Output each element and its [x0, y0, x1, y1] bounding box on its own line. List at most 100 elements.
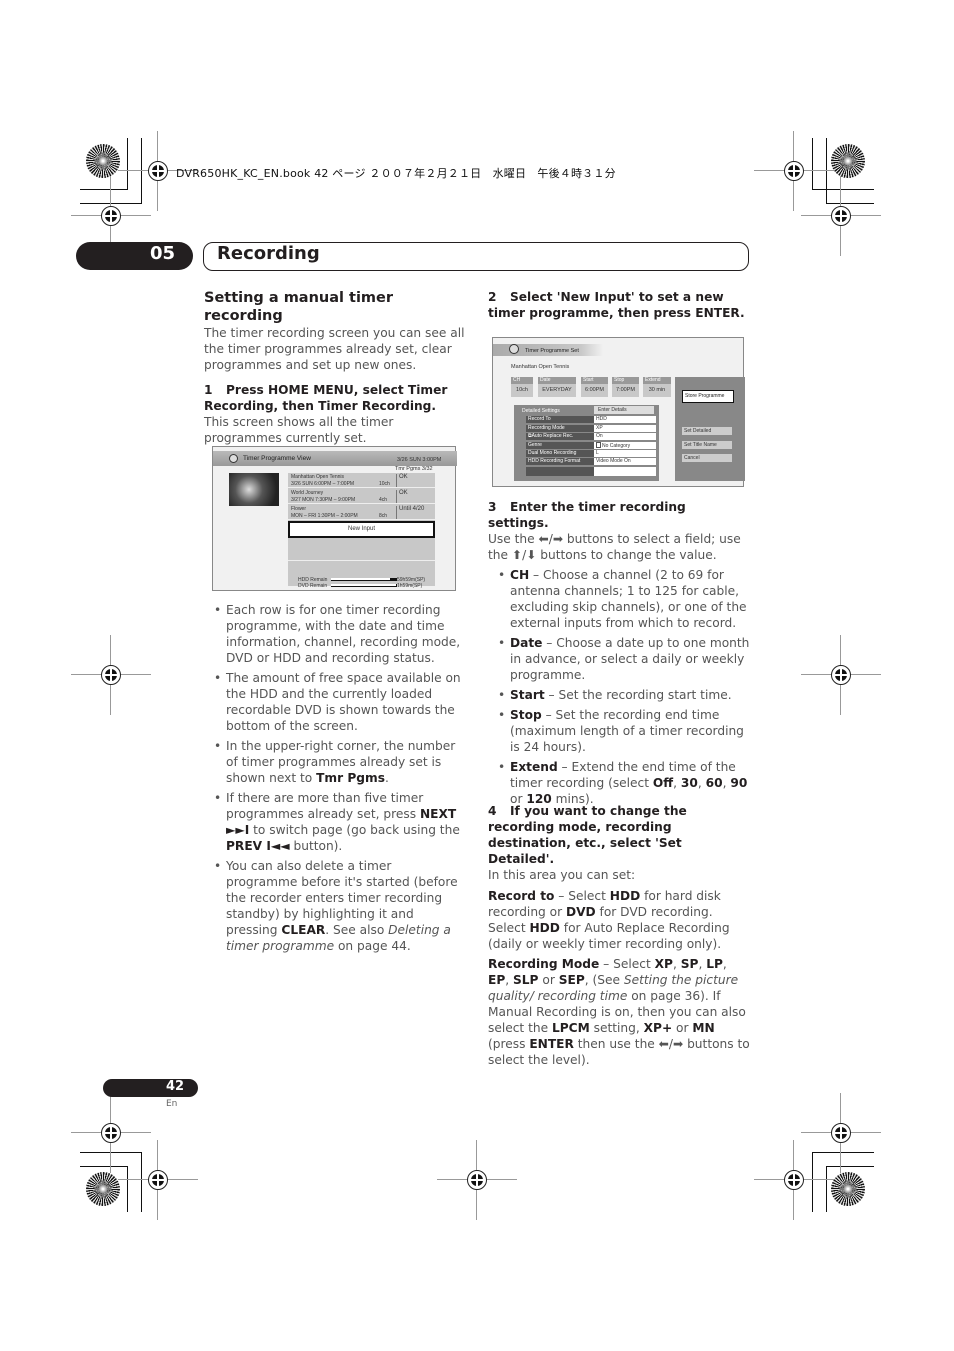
chapter-number: 05 [150, 243, 176, 264]
note-item: Each row is for one timer recording prog… [204, 602, 466, 666]
recording-mode-paragraph: Recording Mode – Select XP, SP, LP, EP, … [488, 957, 750, 1067]
registration-mark [118, 1140, 198, 1220]
step-number: 1 [204, 383, 213, 397]
field-ch-label: CH [511, 377, 533, 384]
field-item: Extend – Extend the end time of the time… [488, 759, 750, 807]
mode: SP [680, 957, 699, 971]
detail-empty-value [594, 467, 656, 476]
mode: EP [488, 973, 506, 987]
detail-auto-replace[interactable]: On [594, 433, 656, 440]
set-detailed-button[interactable]: Set Detailed [682, 427, 732, 435]
hdd-remain-bar [331, 578, 397, 581]
detail-record-to[interactable]: HDD [594, 416, 656, 423]
note-bold: Tmr Pgms [316, 771, 385, 785]
registration-mark [437, 1140, 517, 1220]
term: LPCM [551, 1021, 590, 1035]
programme-name: Manhattan Open Tennis [291, 474, 345, 480]
field-list: CH – Choose a channel (2 to 69 for anten… [488, 567, 750, 807]
term: HDD [609, 889, 641, 903]
timer-programme-row[interactable]: World Journey 3/27 MON 7:30PM – 9:00PM 4… [288, 489, 435, 504]
step-number: 2 [488, 290, 497, 304]
field-name: Start [510, 688, 545, 702]
chapter-title: Recording [217, 243, 320, 264]
note-item: The amount of free space available on th… [204, 670, 466, 734]
field-name: CH [510, 568, 530, 582]
step-title: If you want to change the recording mode… [488, 804, 687, 866]
timer-programme-row[interactable]: Flower MON – FRI 1:30PM – 2:00PM 8ch Unt… [288, 505, 435, 520]
detail-dual-mono[interactable]: L [594, 450, 656, 457]
note-item: If there are more than five timer progra… [204, 790, 466, 854]
store-programme-button[interactable]: Store Programme [682, 390, 734, 403]
printer-starburst-mark [86, 144, 120, 178]
prev-button-ref: PREV I◄◄ [226, 839, 290, 853]
clear-button-ref: CLEAR [281, 923, 326, 937]
text: or [672, 1021, 693, 1035]
text: – Select [599, 957, 655, 971]
term: Record to [488, 889, 555, 903]
note-text: . [384, 771, 389, 785]
step-number: 4 [488, 804, 497, 818]
field-item: Start – Set the recording start time. [488, 687, 750, 703]
cancel-button[interactable]: Cancel [682, 454, 732, 462]
step-4-heading: 4 If you want to change the recording mod… [488, 803, 750, 867]
screen-title: Timer Programme Set [525, 348, 579, 354]
mode: XP [654, 957, 673, 971]
detail-genre[interactable]: No Category [594, 442, 656, 449]
detail-hdd-format[interactable]: Video Mode On [594, 458, 656, 465]
timer-programmes-count: Tmr Pgms 3/32 [395, 466, 433, 472]
clock-icon [509, 344, 519, 354]
mode: LP [706, 957, 723, 971]
timer-programme-view-screen: Timer Programme View 3/26 SUN 3:00PM Tmr… [212, 446, 457, 591]
field-extend-value[interactable]: 30 min [643, 384, 671, 397]
term: Recording Mode [488, 957, 600, 971]
dvd-remain-bar [331, 584, 397, 587]
step-title: Enter the timer recording settings. [488, 500, 686, 530]
enter-details-header: Enter Details [594, 406, 654, 414]
registration-mark [754, 1140, 834, 1220]
step-1-body: This screen shows all the timer programm… [204, 415, 394, 445]
note-item: You can also delete a timer programme be… [204, 858, 466, 954]
step-number: 3 [488, 500, 497, 514]
programme-when: MON – FRI 1:30PM – 2:00PM [291, 513, 358, 519]
printer-starburst-mark [831, 144, 865, 178]
set-title-name-button[interactable]: Set Title Name [682, 441, 732, 449]
step-title: Select 'New Input' to set a new timer pr… [488, 290, 745, 320]
term: DVD [566, 905, 596, 919]
registration-mark [801, 176, 881, 256]
hdd-remain-fill [389, 578, 396, 581]
note-text: . See also [325, 923, 389, 937]
step-3-body: Use the ⬅/➡ buttons to select a field; u… [488, 532, 741, 562]
field-date-value[interactable]: EVERYDAY [538, 384, 576, 397]
field-start-value[interactable]: 6:00PM [581, 384, 608, 397]
field-extend-label: Extend [643, 377, 671, 384]
genre-value: No Category [602, 443, 631, 449]
left-column-top: Setting a manual timer recording The tim… [204, 289, 466, 446]
timer-programme-set-screen: Timer Programme Set Manhattan Open Tenni… [492, 337, 745, 487]
print-file-info: DVR650HK_KC_EN.book 42 ページ ２００７年２月２１日 水曜… [176, 167, 616, 180]
field-ch-value[interactable]: 10ch [511, 384, 533, 397]
notes-list: Each row is for one timer recording prog… [204, 602, 466, 954]
left-column-bullets: Each row is for one timer recording prog… [204, 602, 466, 958]
field-start-label: Start [581, 377, 608, 384]
dvd-remain-value: 1h59m(SP) [397, 583, 423, 589]
record-to-paragraph: Record to – Select HDD for hard disk rec… [488, 888, 750, 952]
detail-recording-mode[interactable]: XP [594, 425, 656, 432]
field-desc: – Choose a date up to one month in advan… [510, 636, 750, 682]
video-thumbnail [229, 473, 279, 506]
detailed-settings-label: Detailed Settings [522, 408, 560, 414]
clock-icon [229, 454, 238, 463]
genre-checkbox[interactable] [596, 442, 601, 448]
field-name: Extend [510, 760, 558, 774]
note-text: If there are more than five timer progra… [226, 791, 424, 821]
field-name: Stop [510, 708, 542, 722]
programme-when: 3/26 SUN 6:00PM – 7:00PM [291, 481, 355, 487]
timer-programme-row[interactable]: Manhattan Open Tennis 3/26 SUN 6:00PM – … [288, 473, 435, 488]
programme-name: Flower [291, 506, 307, 512]
field-stop-value[interactable]: 7:00PM [612, 384, 639, 397]
term: ENTER [529, 1037, 574, 1051]
new-input-button[interactable]: New Input [288, 521, 435, 538]
field-item: Date – Choose a date up to one month in … [488, 635, 750, 683]
field-name: Date [510, 636, 543, 650]
programme-status: OK [396, 474, 408, 487]
programme-channel: 10ch [379, 481, 390, 487]
